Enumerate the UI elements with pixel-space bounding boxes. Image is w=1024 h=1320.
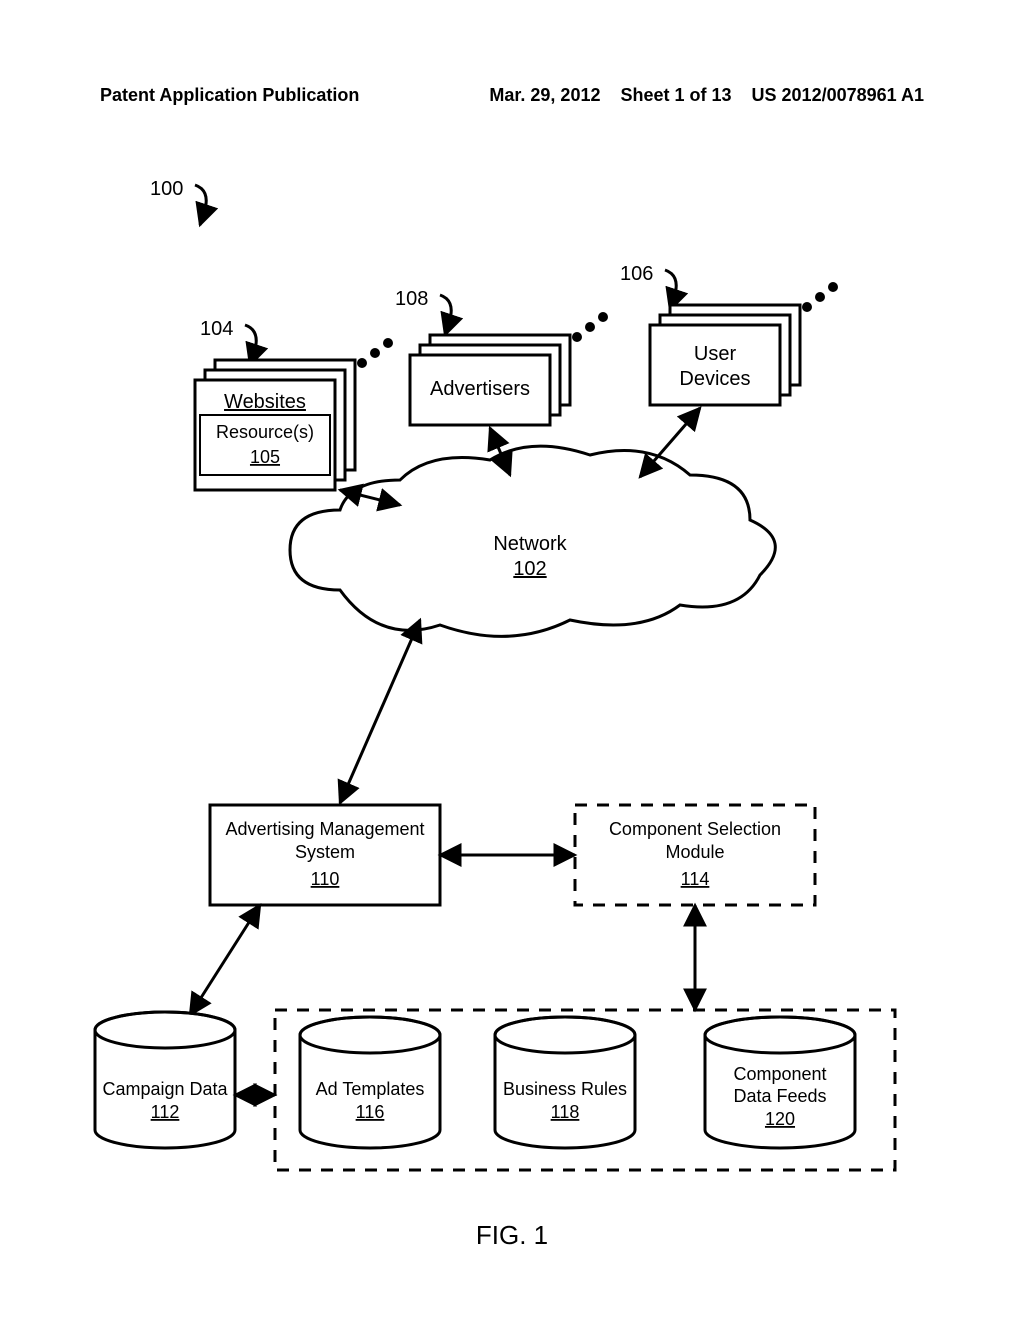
ref-106: 106 [620, 263, 653, 285]
websites-node: Websites Resource(s) 105 [195, 338, 393, 490]
header-date: Mar. 29, 2012 [489, 85, 600, 106]
page-header: Patent Application Publication Mar. 29, … [100, 85, 924, 106]
ams-line1: Advertising Management [225, 819, 424, 839]
csm-line2: Module [665, 842, 724, 862]
ref-100: 100 [150, 178, 183, 200]
ams-line2: System [295, 842, 355, 862]
brules-cylinder: Business Rules 118 [495, 1017, 635, 1148]
userdev-line2: Devices [679, 368, 750, 390]
network-node: Network 102 [290, 446, 775, 636]
userdev-line1: User [694, 343, 737, 365]
websites-num: 105 [250, 447, 280, 467]
advertisers-title: Advertisers [430, 378, 530, 400]
network-num: 102 [513, 558, 546, 580]
csm-node: Component Selection Module 114 [575, 805, 815, 905]
ams-node: Advertising Management System 110 [210, 805, 440, 905]
adtemp-num: 116 [356, 1102, 385, 1122]
cdf-line1: Component [733, 1064, 826, 1084]
websites-sub: Resource(s) [216, 422, 314, 442]
diagram: 100 104 108 106 Websites Resource(s) 105… [0, 110, 1024, 1230]
cdf-num: 120 [765, 1109, 795, 1129]
ref-104: 104 [200, 318, 233, 340]
brules-title: Business Rules [503, 1079, 627, 1099]
cdf-cylinder: Component Data Feeds 120 [705, 1017, 855, 1148]
header-sheet: Sheet 1 of 13 [620, 85, 731, 106]
csm-line1: Component Selection [609, 819, 781, 839]
adtemp-title: Ad Templates [316, 1079, 425, 1099]
adtemplates-cylinder: Ad Templates 116 [300, 1017, 440, 1148]
ams-num: 110 [311, 869, 340, 889]
campaign-cylinder: Campaign Data 112 [95, 1012, 235, 1148]
cdf-line2: Data Feeds [733, 1086, 826, 1106]
ref-108: 108 [395, 288, 428, 310]
campaign-num: 112 [151, 1102, 180, 1122]
brules-num: 118 [551, 1102, 580, 1122]
websites-title: Websites [224, 391, 306, 413]
network-title: Network [493, 533, 567, 555]
header-pubno: US 2012/0078961 A1 [752, 85, 924, 106]
csm-num: 114 [681, 869, 710, 889]
header-publication: Patent Application Publication [100, 85, 359, 106]
userdevices-node: User Devices [650, 282, 838, 405]
advertisers-node: Advertisers [410, 312, 608, 425]
campaign-title: Campaign Data [102, 1079, 228, 1099]
